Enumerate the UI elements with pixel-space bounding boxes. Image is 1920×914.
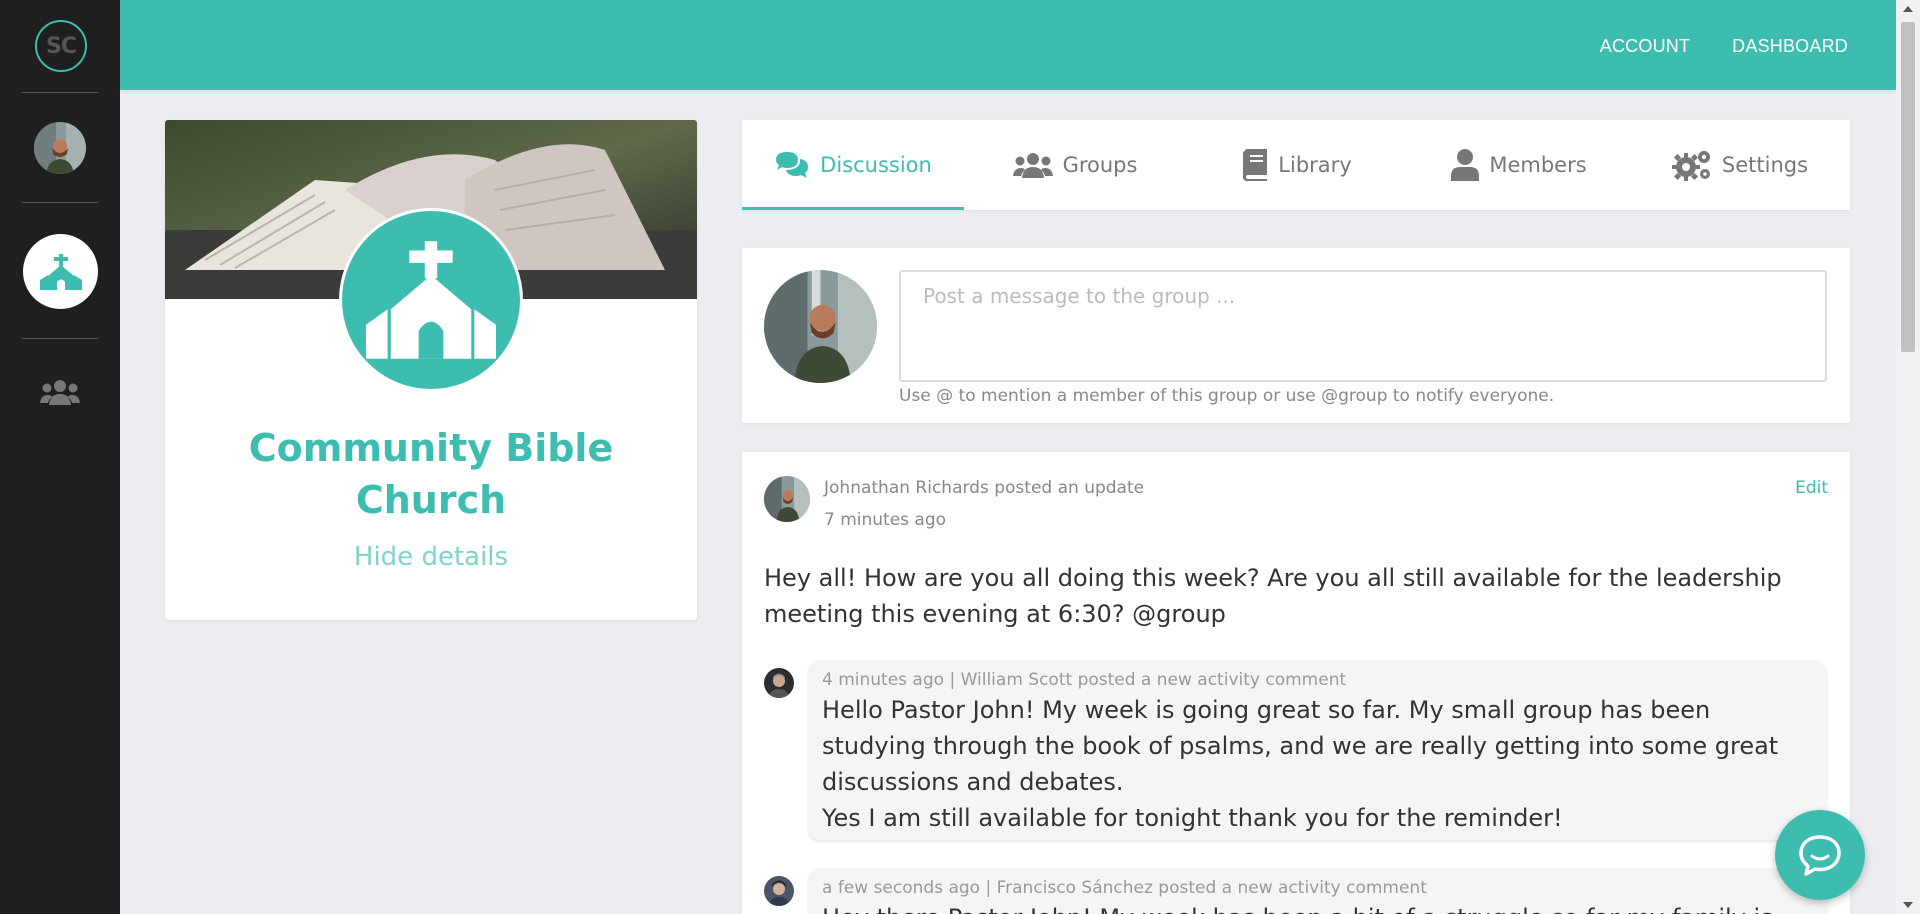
tab-label: Settings bbox=[1721, 153, 1809, 177]
rail-church-button[interactable] bbox=[23, 234, 98, 309]
gears-icon bbox=[1671, 151, 1710, 181]
comments-icon bbox=[776, 152, 809, 178]
rail-user-avatar[interactable] bbox=[34, 122, 86, 174]
activity-post: Johnathan Richards posted an update 7 mi… bbox=[742, 452, 1850, 914]
church-icon bbox=[366, 241, 496, 359]
post-author-avatar[interactable] bbox=[764, 476, 810, 522]
tab-label: Library bbox=[1278, 153, 1352, 177]
top-nav: ACCOUNT DASHBOARD bbox=[1600, 36, 1848, 57]
edit-post-link[interactable]: Edit bbox=[1795, 478, 1828, 498]
comment-line: Hey there Pastor John! My week has been … bbox=[822, 900, 1813, 914]
group-avatar-badge bbox=[339, 208, 523, 392]
user-avatar-image bbox=[34, 122, 86, 174]
church-icon bbox=[39, 253, 82, 290]
chat-launcher-button[interactable] bbox=[1775, 810, 1865, 900]
post-composer: Use @ to mention a member of this group … bbox=[742, 248, 1850, 423]
activity-comment: 4 minutes ago | William Scott posted a n… bbox=[764, 660, 1827, 840]
user-icon bbox=[1451, 149, 1480, 181]
rail-groups-button[interactable] bbox=[38, 376, 82, 408]
comment-author-avatar[interactable] bbox=[764, 668, 794, 698]
rail-divider bbox=[22, 92, 98, 93]
comment-meta: 4 minutes ago | William Scott posted a n… bbox=[822, 670, 1347, 690]
nav-dashboard-link[interactable]: DASHBOARD bbox=[1732, 36, 1848, 57]
users-icon bbox=[1012, 153, 1053, 178]
group-tabs: Discussion Groups Library Members Settin… bbox=[742, 120, 1850, 210]
book-icon bbox=[1243, 149, 1268, 181]
scrollbar-thumb[interactable] bbox=[1901, 22, 1915, 352]
tab-groups[interactable]: Groups bbox=[964, 120, 1186, 210]
group-name: Community Bible Church bbox=[248, 426, 614, 522]
tab-label: Discussion bbox=[820, 153, 932, 177]
user-avatar-image bbox=[764, 668, 794, 698]
comment-text: Hey there Pastor John! My week has been … bbox=[822, 900, 1813, 914]
comment-line: Yes I am still available for tonight tha… bbox=[822, 804, 1563, 832]
nav-account-link[interactable]: ACCOUNT bbox=[1600, 36, 1690, 57]
tab-library[interactable]: Library bbox=[1186, 120, 1408, 210]
post-timestamp: 7 minutes ago bbox=[824, 510, 947, 530]
user-avatar-image bbox=[764, 270, 877, 383]
comment-line: Hello Pastor John! My week is going grea… bbox=[822, 696, 1779, 796]
app-logo[interactable]: SC bbox=[35, 20, 87, 72]
tab-label: Groups bbox=[1062, 153, 1138, 177]
rail-divider bbox=[22, 338, 98, 339]
post-message-input[interactable] bbox=[899, 270, 1827, 382]
left-rail: SC bbox=[0, 0, 120, 914]
composer-avatar bbox=[764, 270, 877, 383]
user-avatar-image bbox=[764, 476, 810, 522]
post-body: Hey all! How are you all doing this week… bbox=[764, 564, 1782, 628]
comment-meta: a few seconds ago | Francisco Sánchez po… bbox=[822, 878, 1427, 898]
activity-comment: a few seconds ago | Francisco Sánchez po… bbox=[764, 868, 1827, 914]
tab-settings[interactable]: Settings bbox=[1630, 120, 1850, 210]
chat-bubble-icon bbox=[1799, 835, 1841, 876]
user-avatar-image bbox=[764, 876, 794, 906]
comment-author-avatar[interactable] bbox=[764, 876, 794, 906]
page-scrollbar[interactable] bbox=[1896, 0, 1920, 914]
tab-discussion[interactable]: Discussion bbox=[742, 120, 964, 210]
rail-divider bbox=[22, 202, 98, 203]
mention-hint: Use @ to mention a member of this group … bbox=[899, 386, 1555, 406]
post-author-line: Johnathan Richards posted an update bbox=[824, 478, 1145, 498]
tab-members[interactable]: Members bbox=[1408, 120, 1630, 210]
hide-details-link[interactable]: Hide details bbox=[165, 542, 697, 572]
users-icon bbox=[40, 380, 80, 405]
tab-label: Members bbox=[1489, 153, 1587, 177]
scroll-up-arrow-icon[interactable] bbox=[1903, 6, 1913, 12]
group-profile-card: Community Bible Church Hide details bbox=[165, 120, 697, 620]
top-bar: ACCOUNT DASHBOARD bbox=[120, 0, 1896, 90]
comment-text: Hello Pastor John! My week is going grea… bbox=[822, 692, 1813, 836]
scroll-down-arrow-icon[interactable] bbox=[1903, 902, 1913, 908]
